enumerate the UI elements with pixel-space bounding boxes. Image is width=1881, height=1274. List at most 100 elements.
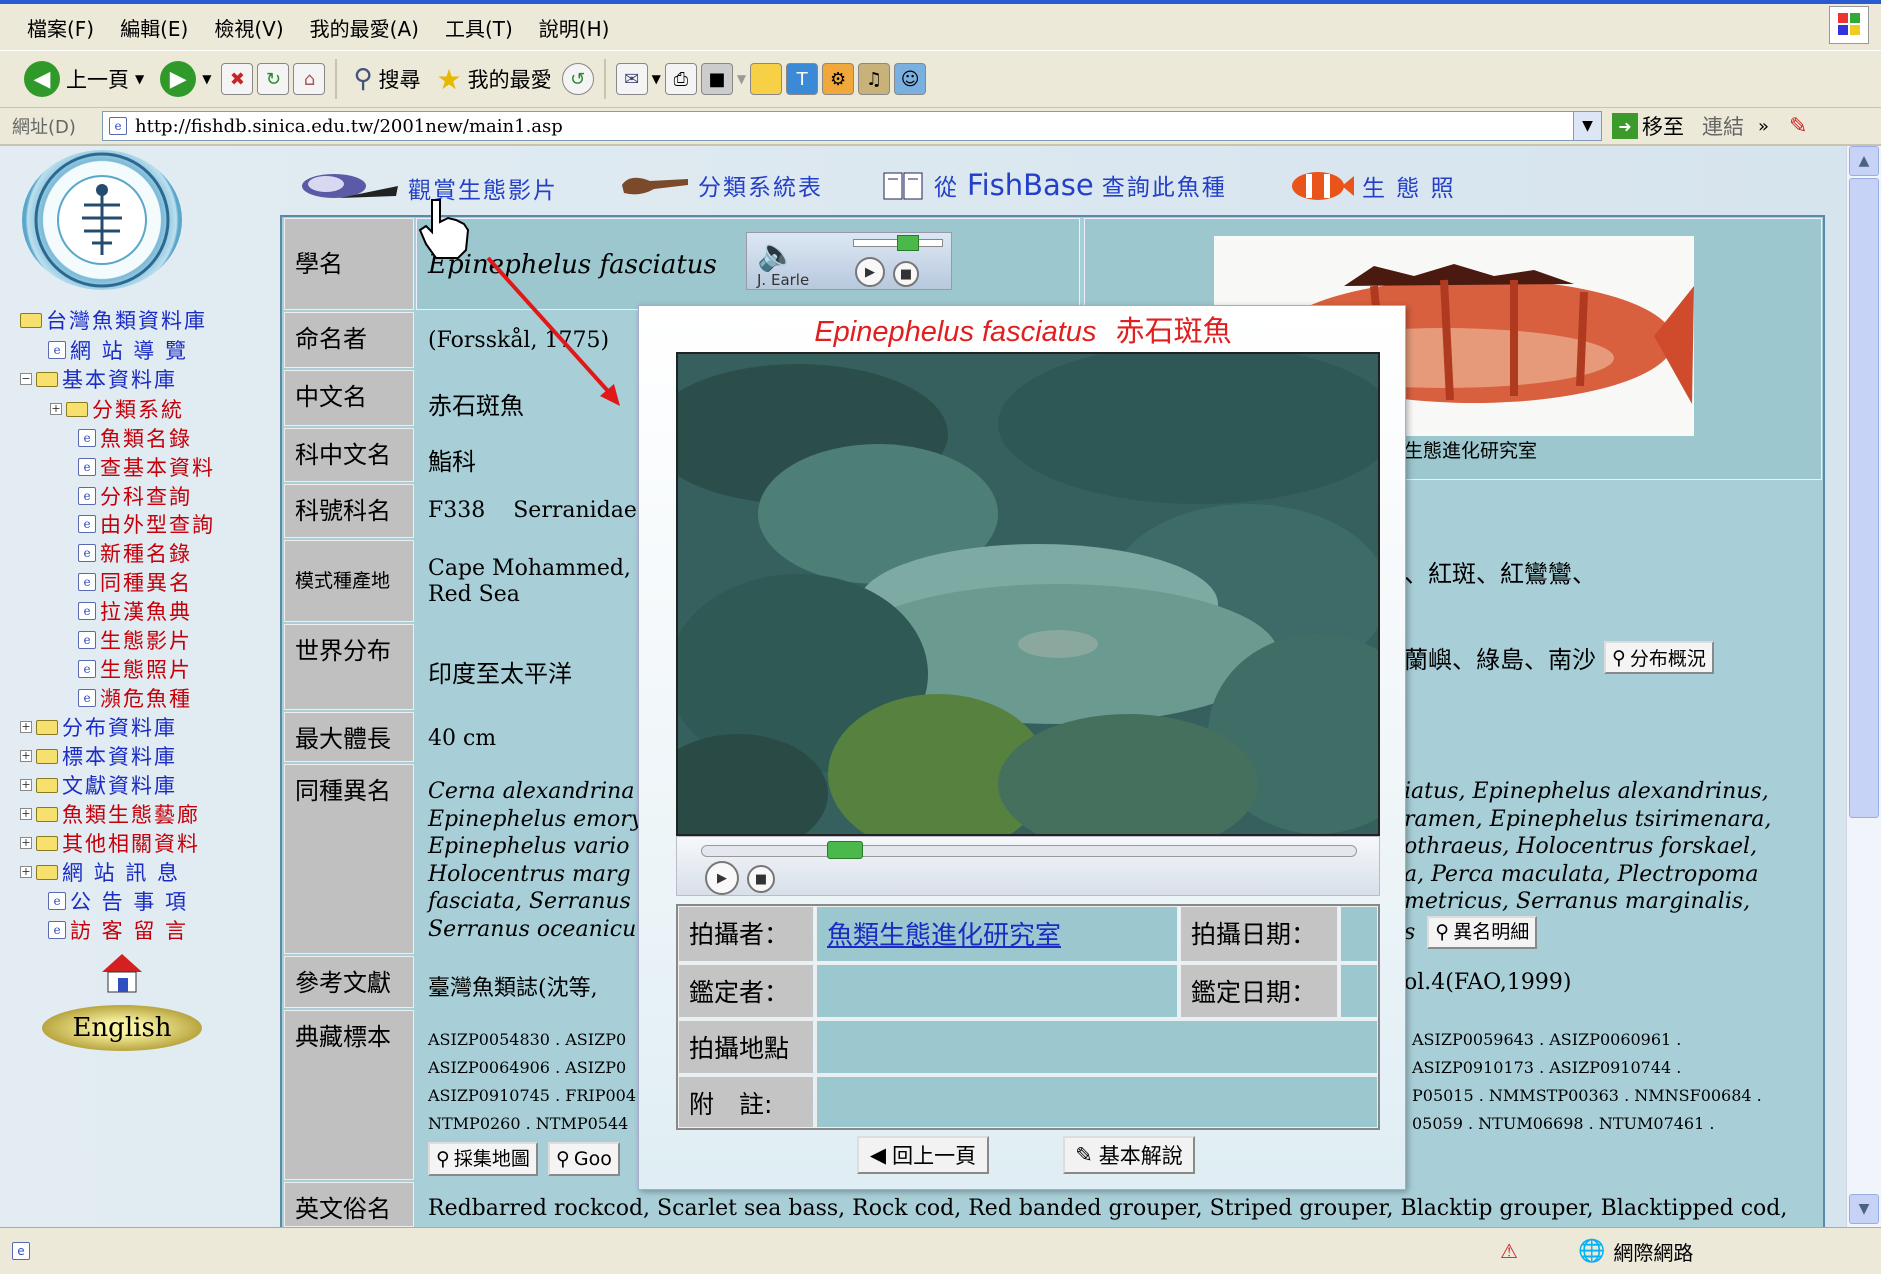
nav-item[interactable]: e網 站 導 覽: [48, 335, 188, 365]
address-url[interactable]: http://fishdb.sinica.edu.tw/2001new/main…: [135, 116, 563, 137]
photographer-link[interactable]: 魚類生態進化研究室: [827, 921, 1061, 951]
collection-map-button[interactable]: ⚲ 採集地圖: [428, 1142, 538, 1176]
video-player[interactable]: [676, 352, 1380, 836]
nav-item[interactable]: e訪 客 留 言: [48, 915, 188, 945]
nav-item[interactable]: e 同種異名: [78, 567, 192, 597]
stop-icon[interactable]: ■: [893, 261, 919, 287]
go-button[interactable]: ➜ 移至: [1612, 111, 1684, 141]
nav-item[interactable]: e 拉漢魚典: [78, 596, 192, 626]
chevron-down-icon[interactable]: ▼: [135, 72, 144, 86]
nav-item[interactable]: e 魚類名錄: [78, 423, 192, 453]
menu-edit[interactable]: 編輯(E): [107, 13, 201, 42]
video-seek-bar[interactable]: [701, 845, 1357, 857]
nav-item[interactable]: + 網 站 訊 息: [20, 857, 180, 887]
vertical-scrollbar[interactable]: ▲ ▼: [1846, 146, 1881, 1227]
type-locality-2: Red Sea: [428, 582, 520, 607]
popup-blocked-icon[interactable]: ⚠: [1500, 1239, 1518, 1263]
nav-item[interactable]: + 分布資料庫: [20, 712, 177, 742]
discuss-icon[interactable]: [750, 63, 783, 95]
back-button[interactable]: ◀ 上一頁 ▼: [18, 56, 150, 102]
scroll-up-icon[interactable]: ▲: [1849, 146, 1879, 176]
media-icon[interactable]: ♫: [858, 63, 891, 95]
nav-item[interactable]: + 標本資料庫: [20, 741, 177, 771]
home-icon[interactable]: ⌂: [293, 63, 326, 95]
scroll-down-icon[interactable]: ▼: [1849, 1194, 1879, 1224]
plus-icon[interactable]: +: [20, 779, 32, 791]
collection-map-label: 採集地圖: [453, 1148, 530, 1170]
menu-view[interactable]: 檢視(V): [201, 13, 296, 42]
nav-item[interactable]: e 生態影片: [78, 625, 192, 655]
chevron-down-icon[interactable]: ▼: [202, 72, 211, 86]
audio-player[interactable]: 🔈 J. Earle ▶ ■: [746, 232, 952, 290]
menu-favorites[interactable]: 我的最愛(A): [297, 13, 432, 42]
synonyms-right: iatus, Epinephelus alexandrinus, ramen, …: [1394, 774, 1781, 953]
mail-icon[interactable]: ✉: [615, 63, 648, 95]
people-icon[interactable]: ☺: [894, 63, 927, 95]
menu-tools[interactable]: 工具(T): [432, 13, 526, 42]
chevron-down-icon[interactable]: ▼: [1573, 112, 1601, 140]
nav-item[interactable]: e 分科查詢: [78, 481, 192, 511]
nav-item[interactable]: e 瀕危魚種: [78, 683, 192, 713]
site-logo[interactable]: [22, 150, 182, 290]
plus-icon[interactable]: +: [20, 721, 32, 733]
english-button[interactable]: English: [42, 1005, 202, 1051]
plus-icon[interactable]: +: [20, 866, 32, 878]
google-button[interactable]: ⚲ Goo: [547, 1142, 620, 1176]
basic-info-button[interactable]: ✎ 基本解說: [1063, 1136, 1195, 1174]
plus-icon[interactable]: +: [50, 403, 62, 415]
nav-item[interactable]: + 魚類生態藝廊: [20, 799, 200, 829]
minus-icon[interactable]: −: [20, 373, 32, 385]
nav-item[interactable]: e 由外型查詢: [78, 509, 215, 539]
links-button[interactable]: 連結: [1702, 111, 1744, 141]
distribution-button[interactable]: ⚲ 分布概況: [1604, 641, 1714, 674]
home-icon[interactable]: [100, 952, 144, 994]
menu-help[interactable]: 說明(H): [526, 13, 623, 42]
edit-icon[interactable]: ■: [700, 63, 733, 95]
play-icon[interactable]: ▶: [705, 861, 739, 895]
back-page-button[interactable]: ◀ 回上一頁: [857, 1136, 989, 1174]
nav-item[interactable]: + 文獻資料庫: [20, 770, 177, 800]
taxonomy-link[interactable]: 分類系統表: [620, 168, 823, 202]
nav-item[interactable]: e公 告 事 項: [48, 886, 188, 916]
stop-icon[interactable]: ■: [747, 865, 775, 893]
nav-item[interactable]: + 分類系統: [50, 394, 184, 424]
chevron-down-icon[interactable]: ▼: [737, 72, 746, 86]
nav-item[interactable]: + 其他相關資料: [20, 828, 200, 858]
chevron-down-icon[interactable]: ▼: [652, 72, 661, 86]
nav-item[interactable]: e 新種名錄: [78, 538, 192, 568]
nav-label: 網 站 訊 息: [62, 861, 181, 885]
star-icon: ★: [436, 62, 462, 96]
menu-file[interactable]: 檔案(F): [14, 13, 107, 42]
stop-icon[interactable]: ✖: [221, 63, 254, 95]
refresh-icon[interactable]: ↻: [257, 63, 290, 95]
search-button[interactable]: ⚲ 搜尋: [347, 56, 426, 102]
label-world-distribution: 世界分布: [284, 624, 414, 710]
back-label: 上一頁: [66, 68, 129, 92]
double-chevron-icon[interactable]: »: [1758, 116, 1769, 137]
video-seek-thumb[interactable]: [827, 841, 863, 859]
plus-icon[interactable]: +: [20, 750, 32, 762]
nav-item[interactable]: e 查基本資料: [78, 452, 215, 482]
forward-button[interactable]: ▶ ▼: [154, 56, 217, 102]
audio-seek-thumb[interactable]: [897, 235, 919, 251]
nav-item[interactable]: − 基本資料庫: [20, 364, 177, 394]
print-icon[interactable]: ⎙: [664, 63, 697, 95]
synonym-line: fasciata, Serranus: [428, 889, 631, 914]
synonym-detail-button[interactable]: ⚲ 異名明細: [1427, 915, 1538, 949]
research-icon[interactable]: T: [786, 63, 819, 95]
search-icon: ⚲: [1612, 646, 1626, 669]
fishbase-link[interactable]: 從 FishBase 查詢此魚種: [882, 168, 1227, 202]
messenger-icon[interactable]: ⚙: [822, 63, 855, 95]
plus-icon[interactable]: +: [20, 837, 32, 849]
scroll-thumb[interactable]: [1849, 178, 1879, 818]
nav-item[interactable]: e 生態照片: [78, 654, 192, 684]
play-icon[interactable]: ▶: [855, 257, 885, 287]
page-icon: e: [12, 1242, 30, 1260]
toolbar-extra-icon[interactable]: ✎: [1789, 114, 1807, 139]
history-icon[interactable]: ↺: [561, 63, 594, 95]
favorites-button[interactable]: ★ 我的最愛: [431, 56, 558, 102]
photo-link[interactable]: 生 態 照: [1284, 168, 1456, 204]
nav-root[interactable]: 台灣魚類資料庫: [20, 305, 207, 335]
plus-icon[interactable]: +: [20, 808, 32, 820]
address-input[interactable]: e http://fishdb.sinica.edu.tw/2001new/ma…: [102, 111, 1602, 141]
